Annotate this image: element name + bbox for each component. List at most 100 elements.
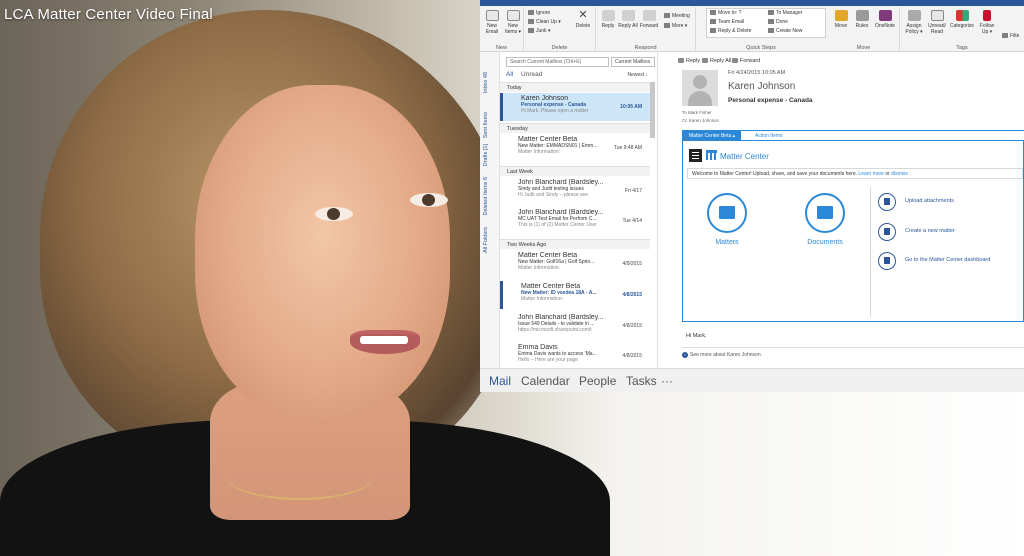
message-sender[interactable]: Karen Johnson bbox=[728, 81, 795, 92]
nav-more[interactable]: ··· bbox=[661, 374, 673, 388]
message-preview: https://microsoft.sharepoint.com/t bbox=[518, 327, 592, 333]
follow-up-button[interactable]: Follow Up ▾ bbox=[976, 10, 998, 35]
message-item[interactable]: Matter Center Beta New Matter: EMMADSN01… bbox=[500, 134, 650, 162]
forward-icon bbox=[642, 10, 656, 21]
message-list-scrollbar[interactable] bbox=[650, 82, 655, 138]
upload-attachments-action[interactable]: Upload attachments bbox=[878, 193, 1023, 213]
filter-all[interactable]: All bbox=[506, 71, 513, 78]
ribbon-group-tags: Assign Policy ▾ Unread/ Read Categorize … bbox=[900, 7, 1024, 52]
outlook-window: New Email New Items ▾ New Ignore Clean U… bbox=[480, 0, 1024, 392]
video-title: LCA Matter Center Video Final bbox=[4, 6, 213, 23]
welcome-text: Welcome to Matter Center! Upload, share,… bbox=[692, 171, 857, 177]
delete-x-icon: ✕ bbox=[578, 9, 588, 21]
clean-up-button[interactable]: Clean Up ▾ bbox=[528, 19, 561, 26]
ignore-button[interactable]: Ignore bbox=[528, 10, 550, 17]
envelope-icon bbox=[485, 10, 499, 21]
rail-item-inbox[interactable]: Inbox 48 bbox=[483, 72, 489, 93]
forward-link[interactable]: Forward bbox=[732, 58, 760, 64]
message-item[interactable]: John Blanchard (Bardsley... MC UAT Test … bbox=[500, 207, 650, 235]
tab-matter-center-beta[interactable]: Matter Center Beta ▴ bbox=[683, 131, 742, 141]
quick-step-to-manager[interactable]: To Manager bbox=[768, 10, 802, 17]
rail-item-deleted[interactable]: Deleted Items 6 bbox=[483, 177, 489, 216]
message-preview: Hi Mark, Please open a matter bbox=[521, 108, 589, 114]
ribbon-group-label: Respond bbox=[634, 45, 657, 51]
nav-mail[interactable]: Mail bbox=[489, 374, 511, 388]
dismiss-link[interactable]: dismiss bbox=[891, 171, 908, 177]
welcome-or: or bbox=[885, 171, 890, 177]
matters-tile[interactable]: Matters bbox=[697, 193, 757, 246]
nav-calendar[interactable]: Calendar bbox=[521, 374, 570, 388]
forward-button[interactable]: Forward bbox=[638, 10, 660, 29]
message-item[interactable]: Emma Davis Emma Davis wants to access 'M… bbox=[500, 342, 650, 368]
quick-step-team-email[interactable]: Team Email bbox=[710, 19, 744, 26]
reply-button[interactable]: Reply bbox=[598, 10, 618, 29]
message-from: Karen Johnson bbox=[521, 95, 569, 102]
quick-step-done[interactable]: Done bbox=[768, 19, 788, 26]
search-scope-dropdown[interactable]: Current Mailbox bbox=[611, 57, 655, 67]
rules-button[interactable]: Rules bbox=[852, 10, 872, 29]
sort-dropdown[interactable]: Newest ↓ bbox=[627, 72, 648, 78]
envelope-open-icon bbox=[930, 10, 944, 21]
reply-all-button[interactable]: Reply All bbox=[618, 10, 638, 29]
rail-item-sent[interactable]: Sent Items bbox=[483, 112, 489, 138]
menu-icon[interactable] bbox=[689, 149, 702, 162]
ribbon-group-label: Delete bbox=[551, 45, 568, 51]
message-preview: Hi Judit and Sindy – please see bbox=[518, 192, 589, 198]
message-item[interactable]: John Blanchard (Bardsley... Issue 549 De… bbox=[500, 312, 650, 340]
addin-divider bbox=[870, 187, 871, 317]
see-more-link[interactable]: See more about Karen Johnson. bbox=[682, 352, 762, 358]
ribbon-group-new: New Email New Items ▾ New bbox=[480, 7, 524, 52]
junk-button[interactable]: Junk ▾ bbox=[528, 28, 550, 35]
policy-icon bbox=[907, 10, 921, 21]
message-preview: Matter Information: bbox=[518, 149, 560, 155]
categorize-button[interactable]: Categorize bbox=[948, 10, 976, 29]
rail-item-drafts[interactable]: Drafts [1] bbox=[483, 144, 489, 166]
unread-read-button[interactable]: Unread/ Read bbox=[926, 10, 948, 35]
message-date: 4/8/2015 bbox=[622, 323, 642, 329]
new-email-button[interactable]: New Email bbox=[482, 10, 502, 35]
tab-action-items[interactable]: Action Items bbox=[755, 133, 783, 139]
nav-tasks[interactable]: Tasks bbox=[626, 374, 657, 388]
reply-link[interactable]: Reply bbox=[678, 58, 700, 64]
go-to-dashboard-action[interactable]: Go to the Matter Center dashboard bbox=[878, 252, 1023, 272]
ribbon-tab-strip[interactable] bbox=[480, 0, 1024, 6]
body-divider bbox=[682, 347, 1024, 348]
new-items-button[interactable]: New Items ▾ bbox=[503, 10, 523, 35]
message-preview: This is (1) of (2) Matter Center User bbox=[518, 222, 597, 228]
message-item[interactable]: Matter Center Beta New Matter: Golf16a |… bbox=[500, 250, 650, 278]
group-header: Tuesday bbox=[500, 123, 650, 133]
create-matter-action[interactable]: Create a new matter bbox=[878, 223, 1023, 243]
meeting-button[interactable]: Meeting bbox=[664, 13, 690, 20]
flag-icon bbox=[983, 10, 991, 21]
documents-tile[interactable]: Documents bbox=[795, 193, 855, 246]
action-label: Create a new matter bbox=[905, 228, 955, 234]
more-respond-button[interactable]: More ▾ bbox=[664, 23, 687, 30]
message-date: 4/9/2015 bbox=[622, 261, 642, 267]
quick-step-move-to[interactable]: Move to: ? bbox=[710, 10, 741, 17]
message-item[interactable]: John Blanchard (Bardsley... Sindy and Ju… bbox=[500, 177, 650, 205]
delete-button[interactable]: ✕ Delete bbox=[572, 9, 594, 30]
quick-step-create-new[interactable]: Create New bbox=[768, 28, 802, 35]
nav-people[interactable]: People bbox=[579, 374, 616, 388]
sender-avatar bbox=[682, 70, 718, 106]
quick-step-reply-delete[interactable]: Reply & Delete bbox=[710, 28, 751, 35]
new-items-icon bbox=[506, 10, 520, 21]
onenote-button[interactable]: OneNote bbox=[872, 10, 898, 29]
filter-bar: All Unread Newest ↓ bbox=[506, 71, 654, 81]
message-item[interactable]: Matter Center Beta New Matter: ID vsedea… bbox=[500, 281, 650, 309]
search-input[interactable]: Search Current Mailbox (Ctrl+E) bbox=[506, 57, 609, 67]
filter-email-button[interactable]: Filte bbox=[1002, 33, 1019, 40]
addin-tab-bar: Matter Center Beta ▴ Action Items bbox=[683, 131, 1024, 141]
ribbon-group-move: Move Rules OneNote Move bbox=[828, 7, 900, 52]
group-header: Last Week bbox=[500, 166, 650, 176]
learn-more-link[interactable]: Learn more bbox=[858, 171, 884, 177]
rail-item-all-folders[interactable]: All Folders bbox=[483, 227, 489, 253]
message-scroll-area[interactable]: Today Karen Johnson Personal expense - C… bbox=[500, 82, 658, 368]
move-button[interactable]: Move bbox=[830, 10, 852, 29]
message-from: John Blanchard (Bardsley... bbox=[518, 209, 604, 216]
filter-unread[interactable]: Unread bbox=[521, 71, 542, 78]
welcome-banner: Welcome to Matter Center! Upload, share,… bbox=[687, 168, 1023, 179]
reply-all-link[interactable]: Reply All bbox=[702, 58, 731, 64]
assign-policy-button[interactable]: Assign Policy ▾ bbox=[902, 10, 926, 35]
message-item[interactable]: Karen Johnson Personal expense - Canada … bbox=[500, 93, 650, 121]
